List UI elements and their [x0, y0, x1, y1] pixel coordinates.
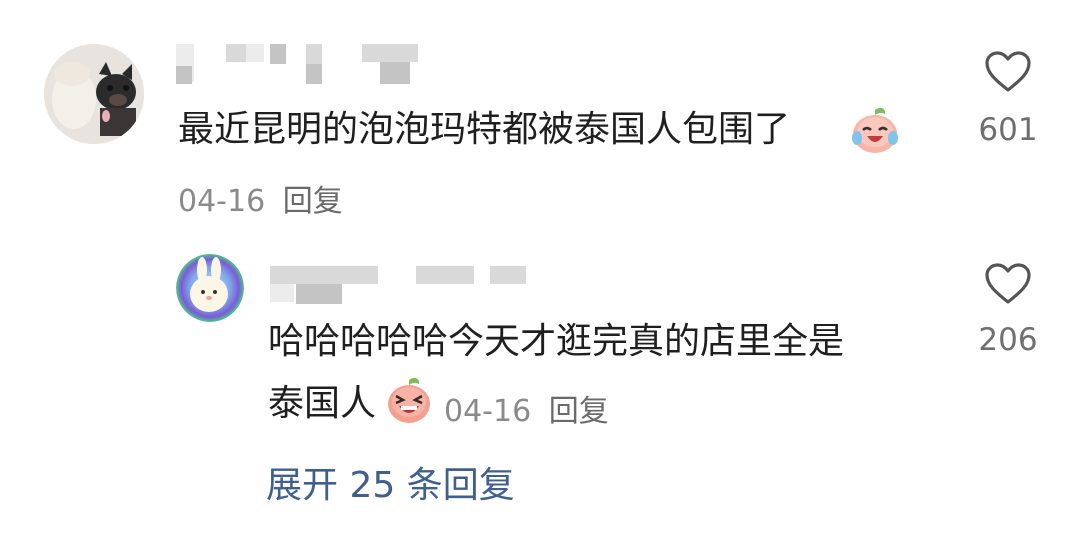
reply-text-line2: 泰国人	[268, 383, 377, 424]
comment-meta: 04-16 回复	[178, 176, 343, 220]
user-avatar[interactable]	[44, 44, 144, 144]
reply-meta: 04-16 回复	[444, 386, 609, 430]
heart-icon	[985, 263, 1031, 304]
crying-laughing-peach-emoji	[850, 106, 900, 156]
heart-icon	[985, 51, 1031, 92]
comment-text: 最近昆明的泡泡玛特都被泰国人包围了	[178, 109, 791, 150]
laughing-peach-emoji	[384, 376, 434, 426]
like-count: 601	[978, 112, 1038, 148]
reply-button[interactable]: 回复	[283, 184, 343, 219]
reply-text-line1: 哈哈哈哈哈今天才逛完真的店里全是	[268, 321, 845, 362]
reply-reply-button[interactable]: 回复	[549, 394, 609, 429]
avatar-photo-dog	[44, 44, 144, 144]
reply-user-avatar[interactable]	[176, 254, 244, 322]
bunny-avatar-icon	[176, 254, 244, 322]
expand-replies-link[interactable]: 展开 25 条回复	[266, 456, 515, 508]
reply-date: 04-16	[444, 394, 532, 429]
comment-date: 04-16	[178, 184, 266, 219]
reply-like-button[interactable]	[984, 262, 1032, 306]
like-button[interactable]	[984, 50, 1032, 94]
reply-like-count: 206	[978, 322, 1038, 358]
